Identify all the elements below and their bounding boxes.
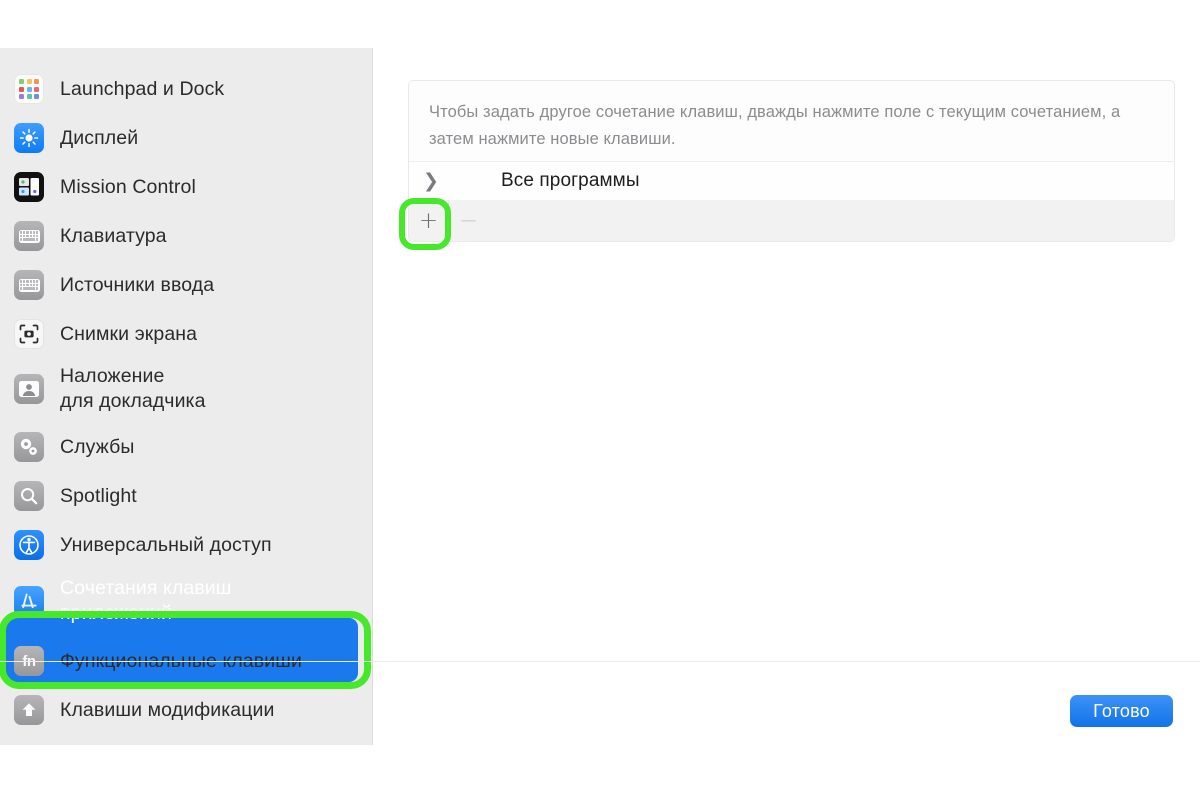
- sidebar-item-services[interactable]: Службы: [0, 424, 373, 470]
- accessibility-icon: [14, 530, 44, 560]
- presenter-overlay-icon: [14, 374, 44, 404]
- mission-control-icon: [14, 172, 44, 202]
- sidebar-item-label: Launchpad и Dock: [60, 77, 225, 100]
- add-shortcut-button[interactable]: +: [409, 200, 448, 241]
- table-row-label: Все программы: [501, 170, 640, 191]
- footer-divider: [0, 661, 1200, 662]
- sidebar-item-accessibility[interactable]: Универсальный доступ: [0, 522, 373, 568]
- screenshot-icon: [14, 319, 44, 349]
- settings-sidebar: Launchpad и Dock Дисплей Mission Control…: [0, 48, 373, 745]
- sidebar-item-display[interactable]: Дисплей: [0, 115, 373, 161]
- sidebar-item-label: Клавиатура: [60, 224, 167, 247]
- sidebar-item-label: Снимки экрана: [60, 322, 198, 345]
- sidebar-item-mission-control[interactable]: Mission Control: [0, 164, 373, 210]
- app-shortcuts-icon: [14, 586, 44, 616]
- spotlight-icon: [14, 481, 44, 511]
- table-row[interactable]: ❯ Все программы: [409, 161, 1174, 201]
- sidebar-item-launchpad-dock[interactable]: Launchpad и Dock: [0, 66, 373, 112]
- sidebar-item-label: Mission Control: [60, 175, 196, 198]
- services-icon: [14, 432, 44, 462]
- display-icon: [14, 123, 44, 153]
- panel-toolbar: + −: [409, 200, 1174, 241]
- shortcuts-panel: Чтобы задать другое сочетание клавиш, дв…: [408, 80, 1175, 242]
- sidebar-item-presenter-overlay[interactable]: Наложение для докладчика: [0, 358, 373, 420]
- sidebar-item-label: Сочетания клавиш приложений: [60, 577, 232, 624]
- done-button[interactable]: Готово: [1070, 695, 1173, 727]
- sidebar-item-screenshots[interactable]: Снимки экрана: [0, 311, 373, 357]
- sidebar-item-label: Spotlight: [60, 484, 137, 507]
- sidebar-item-label: Дисплей: [60, 126, 139, 149]
- keyboard-icon: [14, 221, 44, 251]
- sidebar-item-input-sources[interactable]: Источники ввода: [0, 262, 373, 308]
- launchpad-icon: [14, 74, 44, 104]
- panel-instruction-text: Чтобы задать другое сочетание клавиш, дв…: [429, 103, 1121, 148]
- sidebar-item-modifier-keys[interactable]: Клавиши модификации: [0, 687, 373, 733]
- modifier-keys-icon: [14, 695, 44, 725]
- sidebar-item-keyboard[interactable]: Клавиатура: [0, 213, 373, 259]
- remove-shortcut-button[interactable]: −: [448, 200, 488, 241]
- sidebar-item-app-shortcuts[interactable]: Сочетания клавиш приложений: [0, 570, 373, 632]
- sidebar-item-label: Клавиши модификации: [60, 698, 275, 721]
- input-sources-icon: [14, 270, 44, 300]
- sidebar-item-label: Наложение для докладчика: [60, 365, 206, 412]
- sidebar-item-spotlight[interactable]: Spotlight: [0, 473, 373, 519]
- sidebar-item-label: Источники ввода: [60, 273, 215, 296]
- sidebar-item-label: Универсальный доступ: [60, 533, 272, 556]
- chevron-right-icon[interactable]: ❯: [413, 170, 449, 192]
- sidebar-item-label: Службы: [60, 435, 135, 458]
